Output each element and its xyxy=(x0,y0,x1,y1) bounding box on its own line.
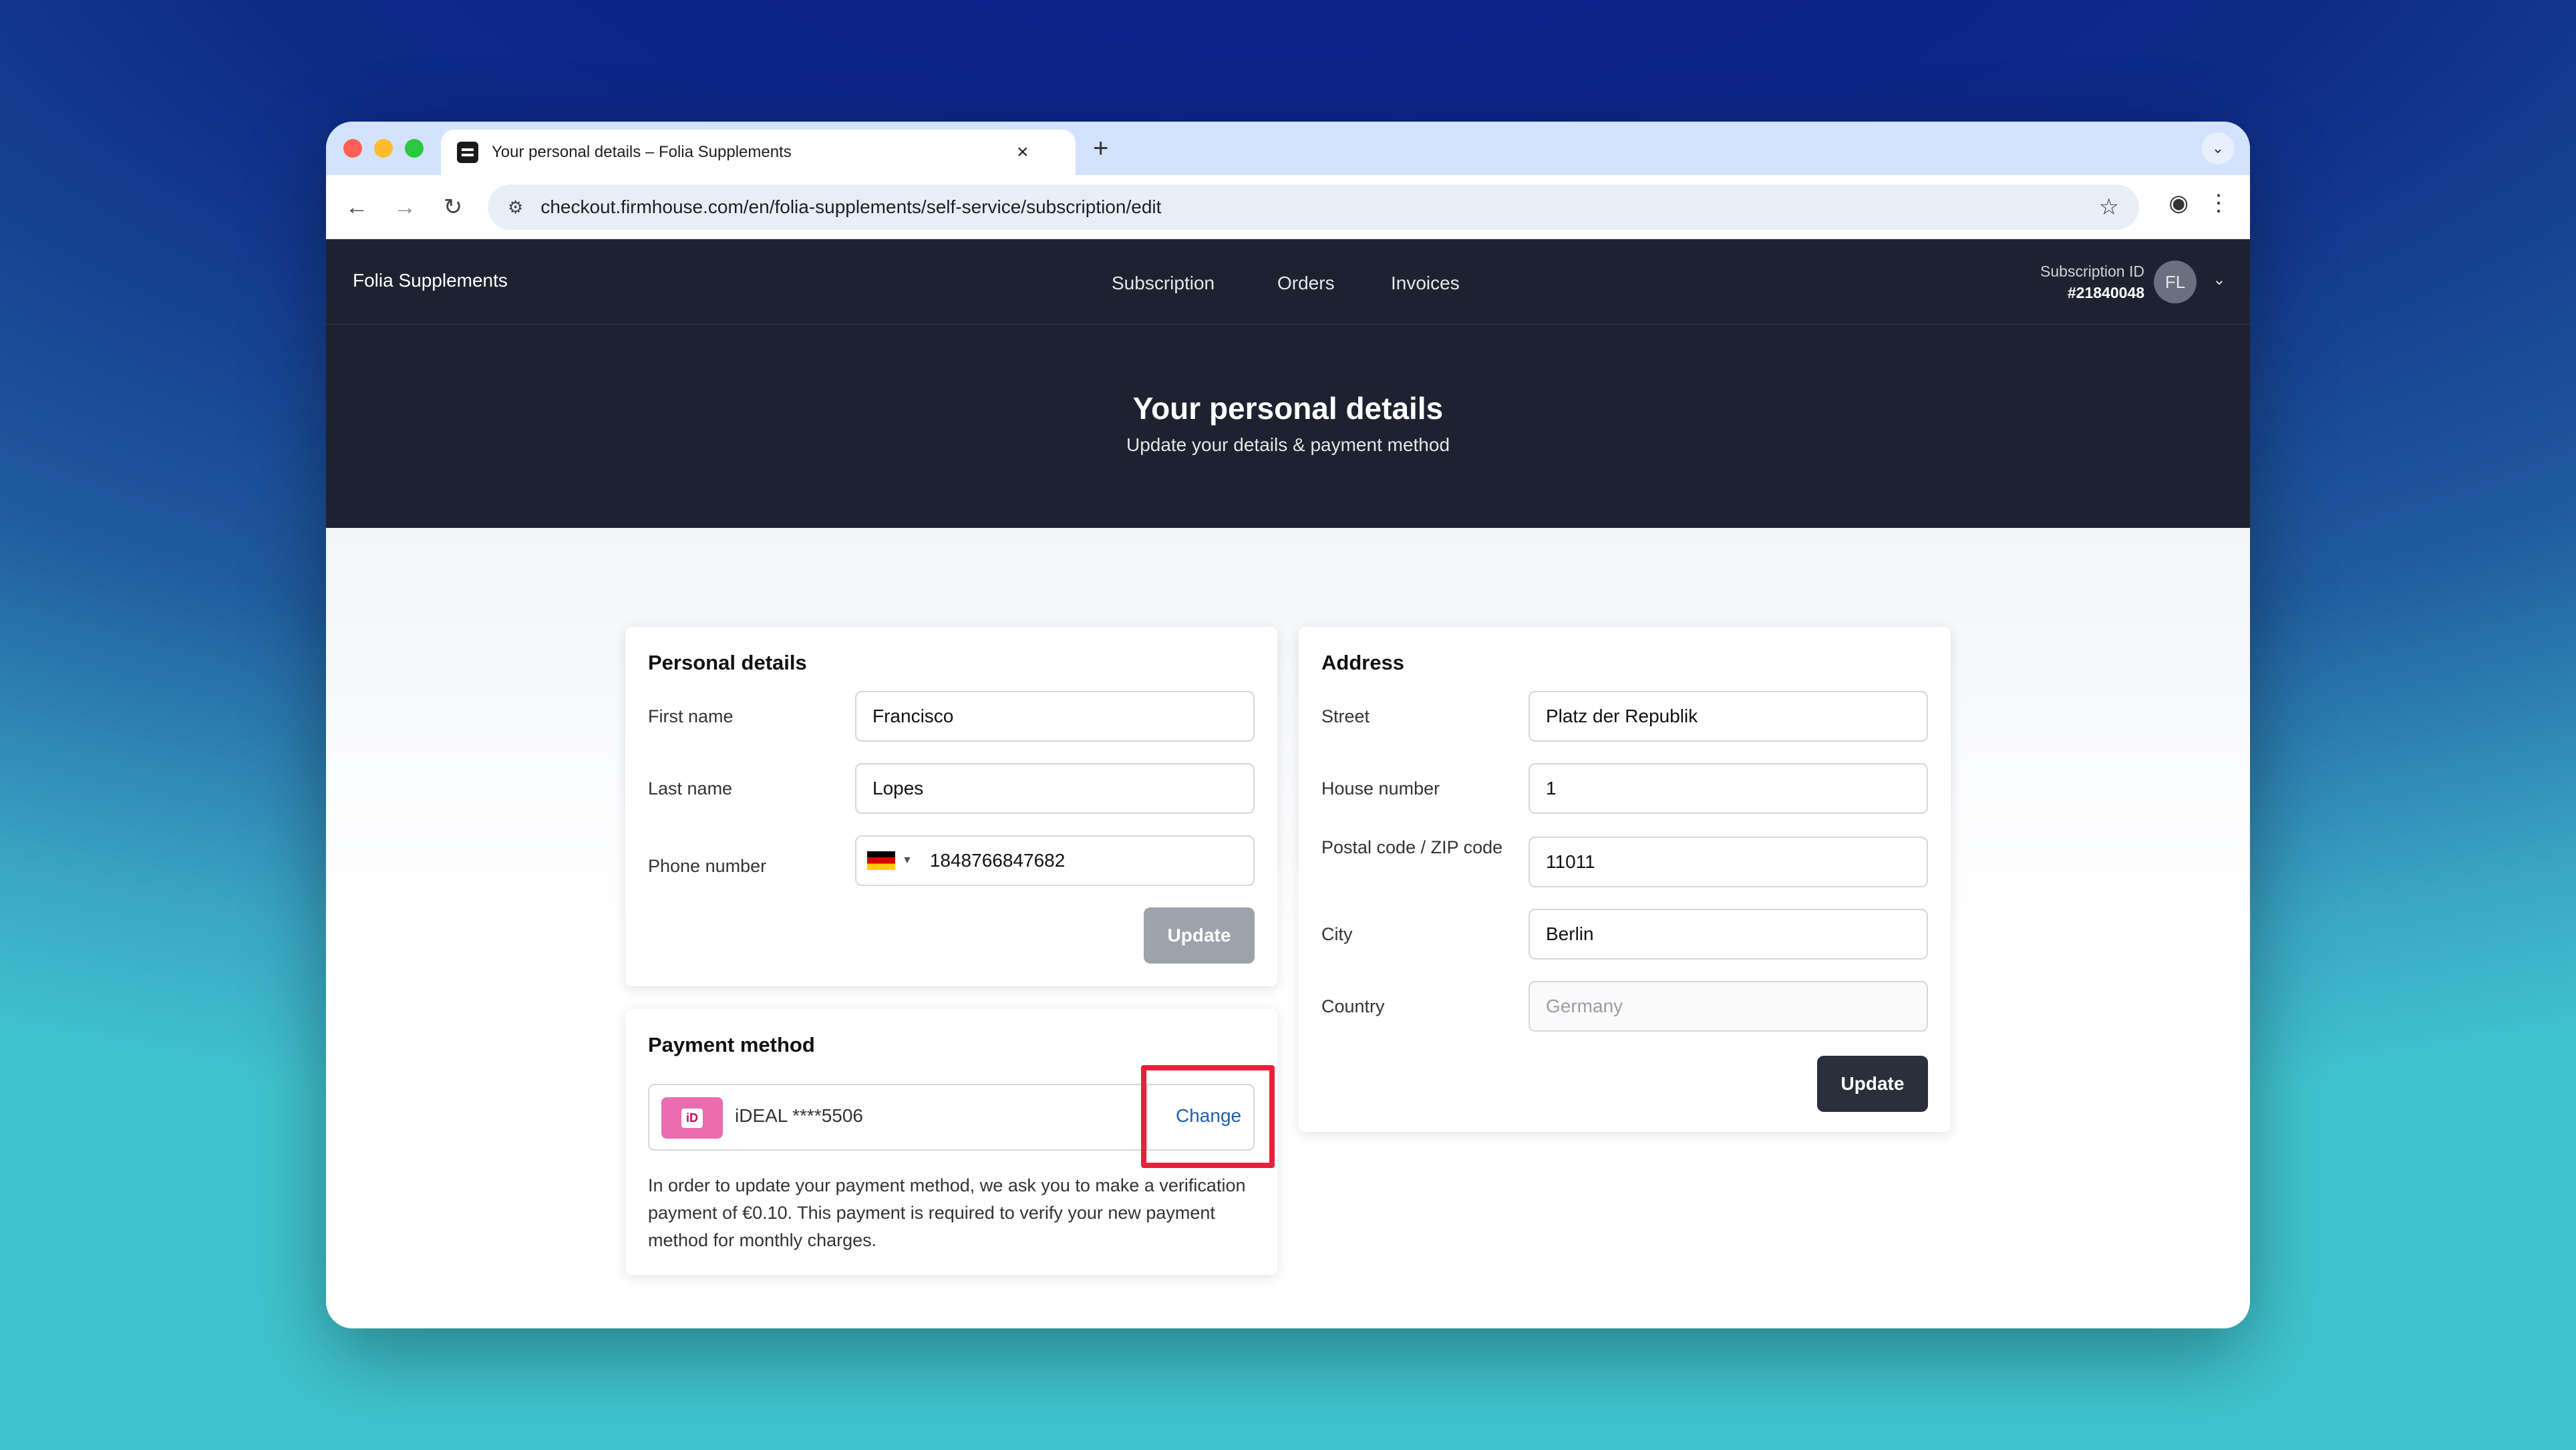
personal-update-button[interactable]: Update xyxy=(1144,907,1255,964)
payment-method-title: Payment method xyxy=(648,1033,815,1056)
subscription-id-label: Subscription ID xyxy=(2040,263,2144,280)
url-text[interactable]: checkout.firmhouse.com/en/folia-suppleme… xyxy=(540,196,2098,218)
nav-link-subscription[interactable]: Subscription xyxy=(1112,273,1215,294)
hero-section: Folia Supplements Subscription Orders In… xyxy=(326,239,2250,528)
city-label: City xyxy=(1321,924,1353,944)
city-input[interactable]: Berlin xyxy=(1528,909,1928,960)
last-name-label: Last name xyxy=(648,778,733,799)
phone-number-field[interactable]: ▼ 1848766847682 xyxy=(855,835,1255,886)
address-bar[interactable]: ⚙ checkout.firmhouse.com/en/folia-supple… xyxy=(488,184,2139,230)
personal-details-title: Personal details xyxy=(648,651,807,674)
payment-note: In order to update your payment method, … xyxy=(648,1175,1246,1250)
country-input: Germany xyxy=(1528,981,1928,1032)
site-settings-icon[interactable]: ⚙ xyxy=(508,197,523,218)
page-background xyxy=(326,528,2250,929)
minimize-window-button[interactable] xyxy=(374,139,393,158)
forward-button[interactable]: → xyxy=(387,190,422,225)
top-navigation: Folia Supplements Subscription Orders In… xyxy=(326,239,2250,325)
more-menu-icon[interactable]: ⋮ xyxy=(2207,190,2230,216)
profile-icon[interactable]: ◉ xyxy=(2168,190,2189,216)
address-card: Address Street Platz der Republik House … xyxy=(1299,627,1951,1132)
last-name-input[interactable]: Lopes xyxy=(855,763,1255,814)
highlight-box xyxy=(1141,1065,1275,1168)
avatar[interactable]: FL xyxy=(2154,261,2197,303)
bookmark-star-icon[interactable]: ☆ xyxy=(2099,194,2119,221)
tab-strip: Your personal details – Folia Supplement… xyxy=(326,122,2250,175)
country-dropdown-icon[interactable]: ▼ xyxy=(902,855,913,867)
page-title: Your personal details xyxy=(1132,391,1444,426)
house-number-input[interactable]: 1 xyxy=(1528,763,1928,814)
close-window-button[interactable] xyxy=(343,139,362,158)
germany-flag-icon[interactable] xyxy=(867,851,895,870)
new-tab-button[interactable]: + xyxy=(1093,134,1108,164)
browser-toolbar: ← → ↻ ⚙ checkout.firmhouse.com/en/folia-… xyxy=(326,175,2250,239)
ideal-logo-icon: iD xyxy=(661,1097,723,1139)
first-name-input[interactable]: Francisco xyxy=(855,691,1255,742)
brand-name[interactable]: Folia Supplements xyxy=(353,270,508,291)
phone-number-label: Phone number xyxy=(648,856,767,876)
maximize-window-button[interactable] xyxy=(405,139,424,158)
reload-icon: ↻ xyxy=(443,194,463,220)
postal-code-input[interactable]: 11011 xyxy=(1528,837,1928,887)
nav-link-orders[interactable]: Orders xyxy=(1277,273,1335,294)
web-page: Folia Supplements Subscription Orders In… xyxy=(326,239,2250,1328)
chevron-down-icon[interactable]: ⌄ xyxy=(2213,270,2226,289)
subscription-id: Subscription ID #21840048 xyxy=(2040,261,2144,303)
country-label: Country xyxy=(1321,996,1385,1016)
page-subtitle: Update your details & payment method xyxy=(1126,434,1450,455)
arrow-left-icon: ← xyxy=(345,194,368,220)
arrow-right-icon: → xyxy=(393,194,416,220)
postal-code-label: Postal code / ZIP code xyxy=(1321,837,1503,857)
tab-search-button[interactable]: ⌄ xyxy=(2202,132,2234,164)
phone-number-input[interactable]: 1848766847682 xyxy=(930,850,1065,871)
back-button[interactable]: ← xyxy=(339,190,374,225)
tab-close-icon[interactable]: × xyxy=(1017,141,1029,164)
address-update-button[interactable]: Update xyxy=(1817,1056,1928,1112)
personal-details-card: Personal details First name Francisco La… xyxy=(625,627,1277,986)
street-input[interactable]: Platz der Republik xyxy=(1528,691,1928,742)
browser-tab[interactable]: Your personal details – Folia Supplement… xyxy=(441,130,1076,175)
first-name-label: First name xyxy=(648,706,734,726)
address-title: Address xyxy=(1321,651,1405,674)
browser-window: Your personal details – Folia Supplement… xyxy=(326,122,2250,1328)
nav-link-invoices[interactable]: Invoices xyxy=(1391,273,1460,294)
chevron-down-icon: ⌄ xyxy=(2211,140,2225,156)
favicon-icon xyxy=(457,142,478,163)
subscription-id-value: #21840048 xyxy=(2067,284,2144,301)
reload-button[interactable]: ↻ xyxy=(436,190,470,225)
tab-title: Your personal details – Folia Supplement… xyxy=(492,143,792,161)
payment-method-text: iDEAL ****5506 xyxy=(735,1105,863,1126)
house-number-label: House number xyxy=(1321,778,1440,799)
street-label: Street xyxy=(1321,706,1370,726)
